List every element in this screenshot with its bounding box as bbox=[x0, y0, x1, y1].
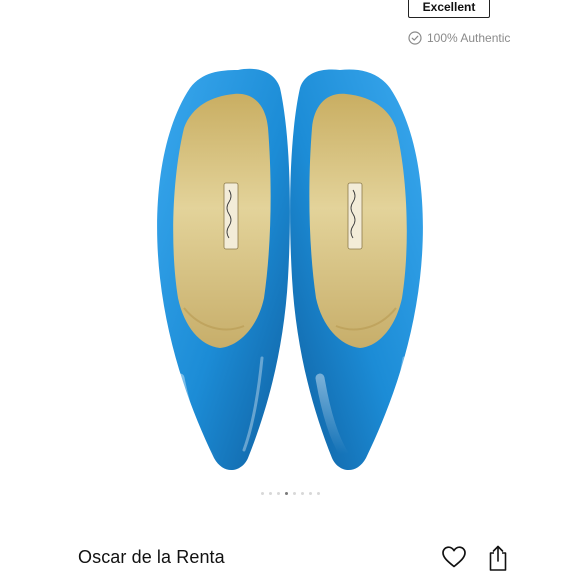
left-shoe bbox=[157, 68, 290, 471]
product-title: Oscar de la Renta bbox=[78, 547, 225, 567]
gallery-dot[interactable] bbox=[276, 492, 280, 495]
share-button[interactable] bbox=[486, 544, 510, 577]
right-shoe bbox=[290, 69, 423, 471]
gallery-dot[interactable] bbox=[268, 492, 272, 495]
gallery-dot[interactable] bbox=[292, 492, 296, 495]
check-circle-icon bbox=[408, 31, 422, 45]
gallery-dot[interactable] bbox=[316, 492, 320, 495]
heart-icon bbox=[442, 546, 466, 568]
like-button[interactable] bbox=[441, 545, 467, 574]
gallery-dot[interactable] bbox=[260, 492, 264, 495]
gallery-dot[interactable] bbox=[300, 492, 304, 495]
gallery-dot[interactable] bbox=[308, 492, 312, 495]
product-photo[interactable] bbox=[0, 58, 580, 490]
gallery-pagination[interactable] bbox=[0, 492, 580, 495]
condition-label: Excellent bbox=[422, 0, 476, 14]
share-icon bbox=[489, 545, 507, 571]
gallery-dot[interactable] bbox=[284, 492, 288, 495]
authentic-indicator: 100% Authentic bbox=[408, 30, 510, 46]
condition-badge: Excellent bbox=[408, 0, 490, 18]
authentic-label: 100% Authentic bbox=[427, 31, 511, 45]
